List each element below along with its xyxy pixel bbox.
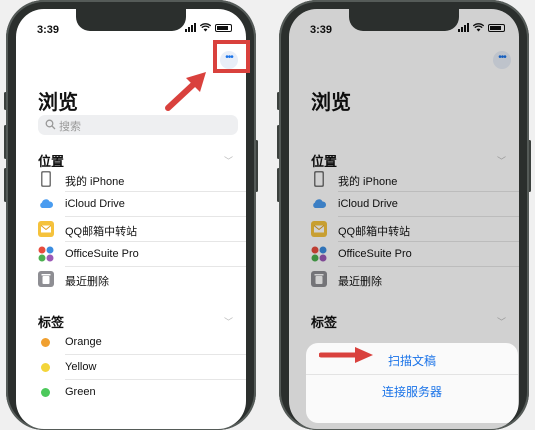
trash-icon xyxy=(38,271,54,287)
tag-label: Orange xyxy=(65,336,102,348)
location-item-icloud-drive[interactable]: iCloud Drive xyxy=(311,192,519,217)
divider xyxy=(306,374,518,375)
location-item-icloud-drive[interactable]: iCloud Drive xyxy=(38,192,246,217)
officesuite-icon xyxy=(311,246,327,262)
annotation-highlight-box xyxy=(213,40,250,73)
location-label: iCloud Drive xyxy=(338,198,398,210)
location-label: QQ邮箱中转站 xyxy=(338,226,411,238)
search-input[interactable]: 搜索 xyxy=(38,115,238,135)
cloud-icon xyxy=(40,199,54,208)
wifi-icon xyxy=(473,23,484,32)
page-title: 浏览 xyxy=(38,92,78,114)
location-label: iCloud Drive xyxy=(65,198,125,210)
signal-icon xyxy=(185,23,196,32)
status-icons xyxy=(458,23,505,32)
location-item-my-iphone[interactable]: 我的 iPhone xyxy=(311,167,519,192)
section-tags-title: 标签 xyxy=(311,315,338,330)
location-label: 我的 iPhone xyxy=(65,176,125,188)
location-label: 最近删除 xyxy=(338,276,382,288)
status-icons xyxy=(185,23,232,32)
chevron-down-icon[interactable]: ﹀ xyxy=(497,154,506,167)
phone-icon xyxy=(41,171,51,187)
section-tags-title: 标签 xyxy=(38,315,65,330)
phone-icon xyxy=(314,171,324,187)
more-options-button[interactable]: ••• xyxy=(493,51,511,69)
tag-item-orange[interactable]: Orange xyxy=(38,330,246,355)
location-item-recently-deleted[interactable]: 最近删除 xyxy=(311,267,519,292)
chevron-down-icon[interactable]: ﹀ xyxy=(497,315,506,328)
phone-right: 3:39 ••• 浏览 位置 ﹀ 我的 iPhone iCloud Drive … xyxy=(277,0,531,430)
status-time: 3:39 xyxy=(37,24,60,36)
location-label: QQ邮箱中转站 xyxy=(65,226,138,238)
status-time: 3:39 xyxy=(310,24,333,36)
search-icon xyxy=(45,119,56,130)
signal-icon xyxy=(458,23,469,32)
location-label: 最近删除 xyxy=(65,276,109,288)
location-item-officesuite[interactable]: OfficeSuite Pro xyxy=(38,242,246,267)
mail-icon xyxy=(311,221,327,237)
search-placeholder: 搜索 xyxy=(59,121,81,133)
battery-icon xyxy=(215,23,232,32)
annotation-arrow-icon xyxy=(319,347,373,363)
tag-label: Yellow xyxy=(65,361,97,373)
annotation-arrow-icon xyxy=(165,72,206,111)
connect-server-button[interactable]: 连接服务器 xyxy=(306,383,518,400)
notch xyxy=(76,9,186,31)
location-item-qq-mail[interactable]: QQ邮箱中转站 xyxy=(38,217,246,242)
tag-label: Green xyxy=(65,386,96,398)
cloud-icon xyxy=(313,199,327,208)
location-item-my-iphone[interactable]: 我的 iPhone xyxy=(38,167,246,192)
wifi-icon xyxy=(200,23,211,32)
tag-item-green[interactable]: Green xyxy=(38,380,246,405)
tag-item-yellow[interactable]: Yellow xyxy=(38,355,246,380)
mail-icon xyxy=(38,221,54,237)
notch xyxy=(349,9,459,31)
battery-icon xyxy=(488,23,505,32)
officesuite-icon xyxy=(38,246,54,262)
yellow-tag-dot-icon xyxy=(41,363,50,372)
location-item-qq-mail[interactable]: QQ邮箱中转站 xyxy=(311,217,519,242)
location-label: OfficeSuite Pro xyxy=(65,248,139,260)
chevron-down-icon[interactable]: ﹀ xyxy=(224,315,233,328)
orange-tag-dot-icon xyxy=(41,338,50,347)
phone-left: 3:39 ••• 浏览 搜索 位置 ﹀ 我的 iPhone iCloud Dri… xyxy=(4,0,258,430)
chevron-down-icon[interactable]: ﹀ xyxy=(224,154,233,167)
screen: 3:39 ••• 浏览 位置 ﹀ 我的 iPhone iCloud Drive … xyxy=(289,9,519,429)
location-item-recently-deleted[interactable]: 最近删除 xyxy=(38,267,246,292)
location-label: OfficeSuite Pro xyxy=(338,248,412,260)
location-label: 我的 iPhone xyxy=(338,176,398,188)
page-title: 浏览 xyxy=(311,92,351,114)
location-item-officesuite[interactable]: OfficeSuite Pro xyxy=(311,242,519,267)
green-tag-dot-icon xyxy=(41,388,50,397)
trash-icon xyxy=(311,271,327,287)
